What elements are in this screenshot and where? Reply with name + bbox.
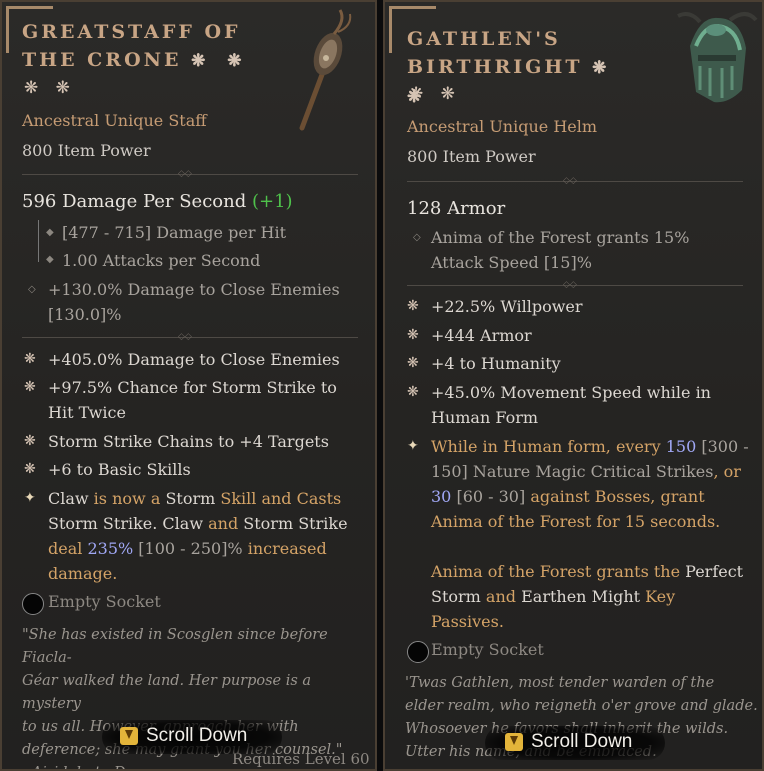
star-bullet-icon: ❋ [24,433,36,449]
implicit-line-2: [130.0]% [48,305,122,324]
affix-willpower: ❋ +22.5% Willpower [407,294,583,319]
main-stat: 128 Armor [407,198,506,219]
implicit-line-1: Anima of the Forest grants 15% [431,228,690,247]
implicit-bullet-icon: ◇ [28,284,36,295]
sparkle-icon: ✦ [407,438,419,454]
divider: ◇◇ [407,280,743,290]
unique-power: ✦ Claw is now a Storm Skill and Casts St… [24,486,368,586]
item-title-line-1: Gathlen's [407,28,561,50]
scroll-label: Scroll Down [146,725,248,746]
sub-stat-attacks-per-second: 1.00 Attacks per Second [62,251,261,270]
affix-text: +6 to Basic Skills [48,460,191,479]
affix-text: +4 to Humanity [431,354,561,373]
affix-movement-speed: ❋ +45.0% Movement Speed while in Human F… [407,380,711,430]
scroll-down-hint[interactable]: Scroll Down [120,725,247,747]
affix-text: +444 Armor [431,326,532,345]
item-subtype: Ancestral Unique Helm [407,117,598,136]
star-bullet-icon: ❋ [24,461,36,477]
affix-text: +405.0% Damage to Close Enemies [48,350,340,369]
affix-armor: ❋ +444 Armor [407,323,532,348]
star-bullet-icon: ❋ [24,379,36,395]
affix-text: +22.5% Willpower [431,297,583,316]
extra-stars: ❋ ❋ [409,84,461,104]
extra-stars: ❋ ❋ [24,78,76,98]
item-title: Greatstaff of the Crone ❋ ❋ [22,18,262,75]
star-bullet-icon: ❋ [407,327,419,343]
upgrade-delta: (+1) [251,191,293,212]
sub-stat-damage-per-hit: [477 - 715] Damage per Hit [62,223,287,242]
main-stat: 596 Damage Per Second (+1) [22,191,293,212]
main-stat-text: 596 Damage Per Second [22,191,247,212]
tree-node-icon: ◆ [46,227,54,238]
affix-text-cont: Hit Twice [48,403,126,422]
affix-close-damage: ❋ +405.0% Damage to Close Enemies [24,347,340,372]
affix-text: +97.5% Chance for Storm Strike to [48,378,337,397]
scroll-label: Scroll Down [531,731,633,752]
star-bullet-icon: ❋ [407,384,419,400]
empty-socket: Empty Socket [431,640,544,659]
item-tooltip-gathlens-birthright: Gathlen's Birthright ❋ ❋ ❋ ❋ Ancestral U… [383,0,764,771]
implicit-bullet-icon: ◇ [413,232,421,243]
implicit-affix: +130.0% Damage to Close Enemies [130.0]% [48,277,340,327]
empty-socket: Empty Socket [48,592,161,611]
socket-icon [22,593,44,615]
sparkle-icon: ✦ [24,490,36,506]
star-bullet-icon: ❋ [407,298,419,314]
stat-tree-line [38,220,39,262]
affix-storm-chains: ❋ Storm Strike Chains to +4 Targets [24,429,329,454]
title-stars: ❋ ❋ [191,51,250,71]
implicit-affix: Anima of the Forest grants 15% Attack Sp… [431,225,689,275]
item-power: 800 Item Power [22,141,151,160]
key-icon [505,733,523,751]
affix-basic-skills: ❋ +6 to Basic Skills [24,457,191,482]
item-title-line-2: Birthright [407,56,583,78]
affix-storm-strike-chance: ❋ +97.5% Chance for Storm Strike to Hit … [24,375,337,425]
affix-text: Storm Strike Chains to +4 Targets [48,432,329,451]
item-tooltip-greatstaff: Greatstaff of the Crone ❋ ❋ ❋ ❋ Ancestra… [0,0,377,771]
divider: ◇◇ [407,176,743,186]
divider: ◇◇ [22,332,358,342]
affix-text-cont: Human Form [431,408,539,427]
item-power: 800 Item Power [407,147,536,166]
affix-humanity: ❋ +4 to Humanity [407,351,561,376]
item-subtype: Ancestral Unique Staff [22,111,207,130]
scroll-down-hint[interactable]: Scroll Down [505,731,632,753]
star-bullet-icon: ❋ [407,355,419,371]
helm-icon [677,12,758,103]
divider: ◇◇ [22,169,358,179]
implicit-line-2: Attack Speed [15]% [431,253,592,272]
key-icon [120,727,138,745]
star-bullet-icon: ❋ [24,351,36,367]
staff-icon [299,9,352,131]
implicit-line-1: +130.0% Damage to Close Enemies [48,280,340,299]
unique-power: ✦ While in Human form, every 150 [300 - … [407,434,756,634]
tree-node-icon: ◆ [46,254,54,265]
affix-text: +45.0% Movement Speed while in [431,383,711,402]
socket-icon [407,641,429,663]
